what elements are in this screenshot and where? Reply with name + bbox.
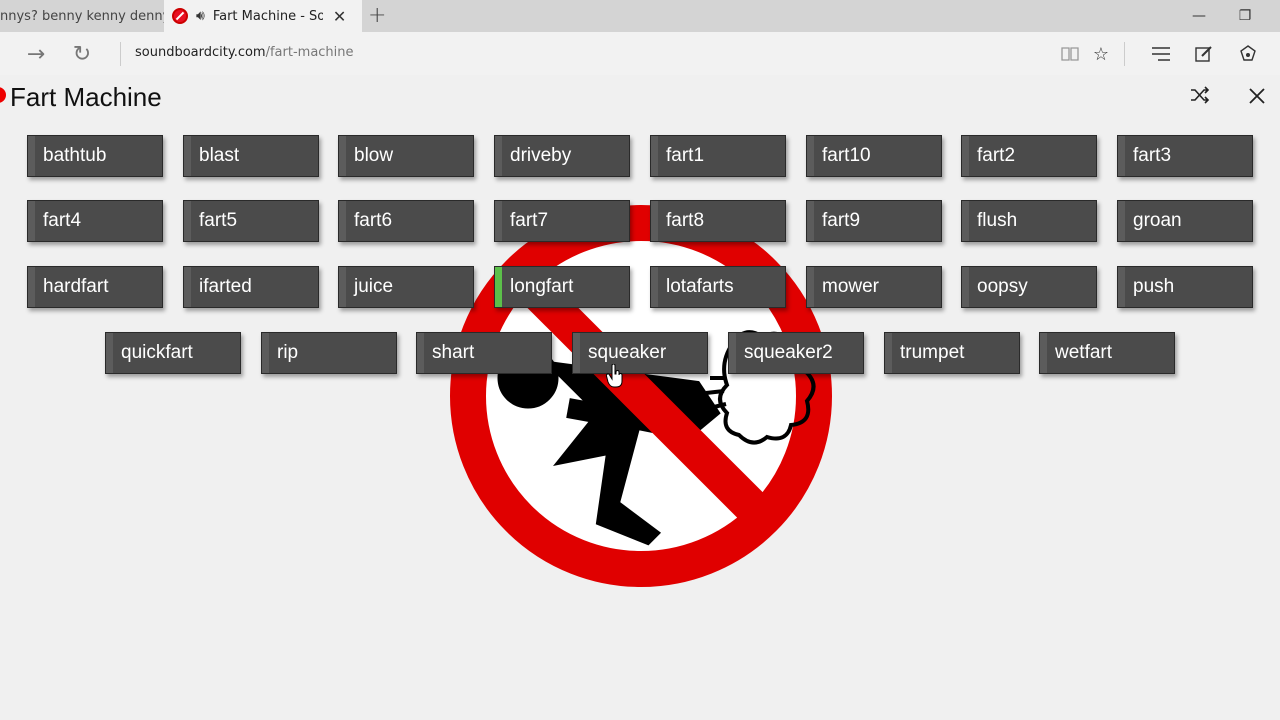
sound-button-squeaker2[interactable]: squeaker2: [728, 332, 864, 374]
tab-title: ennys? benny kenny denny: [0, 8, 164, 24]
no-farting-sign-icon: [450, 205, 832, 587]
favorite-star-icon[interactable]: ☆: [1087, 40, 1115, 68]
sound-button-fart10[interactable]: fart10: [806, 135, 942, 177]
sound-button-driveby[interactable]: driveby: [494, 135, 630, 177]
share-icon[interactable]: [1234, 40, 1262, 68]
sound-button-squeaker[interactable]: squeaker: [572, 332, 708, 374]
page-title: Fart Machine: [10, 82, 162, 112]
logo-icon: [0, 87, 6, 103]
new-tab-icon[interactable]: +: [368, 3, 386, 28]
sound-button-fart2[interactable]: fart2: [961, 135, 1097, 177]
refresh-icon[interactable]: ↻: [68, 40, 96, 68]
hand-cursor-icon: [606, 364, 623, 388]
sound-button-hardfart[interactable]: hardfart: [27, 266, 163, 308]
sound-button-groan[interactable]: groan: [1117, 200, 1253, 242]
sound-button-fart5[interactable]: fart5: [183, 200, 319, 242]
sound-button-juice[interactable]: juice: [338, 266, 474, 308]
hub-icon[interactable]: [1147, 40, 1175, 68]
sound-button-fart7[interactable]: fart7: [494, 200, 630, 242]
sound-button-fart3[interactable]: fart3: [1117, 135, 1253, 177]
tab-active[interactable]: 🔊︎ Fart Machine - Soundboard ✕: [164, 0, 362, 32]
close-icon[interactable]: [1249, 85, 1265, 109]
sound-button-ifarted[interactable]: ifarted: [183, 266, 319, 308]
sound-button-fart4[interactable]: fart4: [27, 200, 163, 242]
address-bar[interactable]: soundboardcity.com/fart-machine: [135, 45, 354, 60]
sound-button-mower[interactable]: mower: [806, 266, 942, 308]
sound-button-wetfart[interactable]: wetfart: [1039, 332, 1175, 374]
sound-button-fart8[interactable]: fart8: [650, 200, 786, 242]
sound-button-longfart[interactable]: longfart: [494, 266, 630, 308]
close-tab-icon[interactable]: ✕: [333, 7, 346, 26]
sound-button-blow[interactable]: blow: [338, 135, 474, 177]
page-content: Fart Machine bathtub blast blow driveby fart…: [0, 75, 1280, 720]
forward-icon[interactable]: →: [22, 40, 50, 68]
sound-button-bathtub[interactable]: bathtub: [27, 135, 163, 177]
tab-inactive[interactable]: ennys? benny kenny denny: [0, 0, 164, 32]
minimize-icon[interactable]: —: [1176, 0, 1222, 32]
shuffle-icon[interactable]: [1190, 85, 1210, 109]
sound-button-trumpet[interactable]: trumpet: [884, 332, 1020, 374]
sound-button-fart6[interactable]: fart6: [338, 200, 474, 242]
sound-button-blast[interactable]: blast: [183, 135, 319, 177]
sound-button-fart1[interactable]: fart1: [650, 135, 786, 177]
web-note-icon[interactable]: [1190, 40, 1218, 68]
url-path: /fart-machine: [265, 45, 354, 60]
favicon-icon: [172, 8, 188, 24]
sound-button-push[interactable]: push: [1117, 266, 1253, 308]
reading-view-icon[interactable]: [1056, 40, 1084, 68]
url-domain: soundboardcity.com: [135, 45, 266, 60]
tab-title: Fart Machine - Soundboard: [212, 8, 323, 24]
tab-strip: ennys? benny kenny denny 🔊︎ Fart Machine…: [0, 0, 1280, 32]
sound-button-oopsy[interactable]: oopsy: [961, 266, 1097, 308]
restore-icon[interactable]: ❐: [1222, 0, 1268, 32]
sound-button-rip[interactable]: rip: [261, 332, 397, 374]
sound-button-flush[interactable]: flush: [961, 200, 1097, 242]
sound-button-fart9[interactable]: fart9: [806, 200, 942, 242]
speaker-icon[interactable]: 🔊︎: [196, 8, 205, 24]
sound-button-lotafarts[interactable]: lotafarts: [650, 266, 786, 308]
sound-button-quickfart[interactable]: quickfart: [105, 332, 241, 374]
navigation-bar: → ↻ soundboardcity.com/fart-machine ☆: [0, 32, 1280, 75]
sound-button-shart[interactable]: shart: [416, 332, 552, 374]
